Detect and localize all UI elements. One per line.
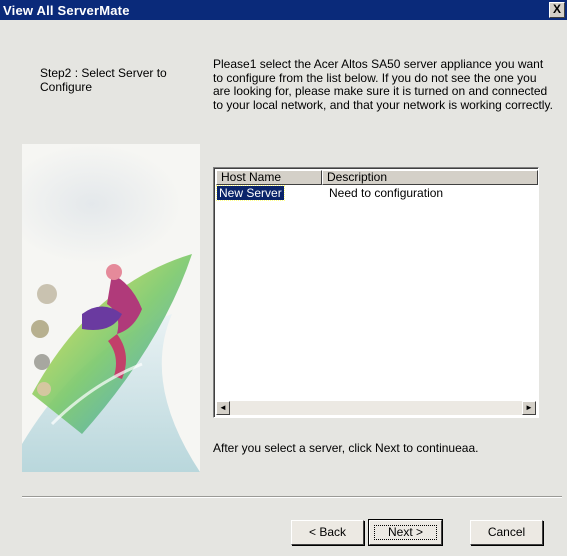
close-button[interactable]: X — [549, 2, 565, 18]
server-list[interactable]: Host Name Description New Server Need to… — [213, 167, 539, 418]
scroll-right-button[interactable]: ► — [522, 401, 536, 415]
column-header-description[interactable]: Description — [322, 170, 538, 185]
title-bar: View All ServerMate X — [0, 0, 567, 20]
next-button-label: Next > — [370, 521, 441, 544]
surfer-illustration-icon — [22, 144, 200, 472]
description-value: Need to configuration — [329, 186, 444, 200]
column-header-host-name[interactable]: Host Name — [216, 170, 322, 185]
host-cell: New Server — [216, 185, 323, 201]
next-button[interactable]: Next > — [368, 519, 443, 546]
table-row[interactable]: New Server Need to configuration — [216, 185, 444, 201]
window-title: View All ServerMate — [3, 2, 130, 18]
instructions-text: Please1 select the Acer Altos SA50 serve… — [213, 57, 553, 112]
after-select-hint: After you select a server, click Next to… — [213, 441, 479, 455]
surfer-illustration — [22, 144, 200, 472]
arrow-right-icon: ► — [525, 403, 533, 412]
scroll-left-button[interactable]: ◄ — [216, 401, 230, 415]
cancel-button[interactable]: Cancel — [470, 520, 543, 545]
list-header: Host Name Description — [216, 170, 538, 185]
host-name-value[interactable]: New Server — [216, 185, 285, 201]
close-icon: X — [552, 2, 561, 16]
back-button[interactable]: < Back — [291, 520, 364, 545]
scrollbar-track[interactable] — [230, 401, 522, 415]
back-button-label: < Back — [308, 525, 347, 539]
arrow-left-icon: ◄ — [219, 403, 227, 412]
cancel-button-label: Cancel — [487, 525, 526, 539]
divider — [22, 496, 562, 498]
step-label: Step2 : Select Server to Configure — [40, 66, 167, 94]
horizontal-scrollbar[interactable]: ◄ ► — [216, 401, 536, 415]
